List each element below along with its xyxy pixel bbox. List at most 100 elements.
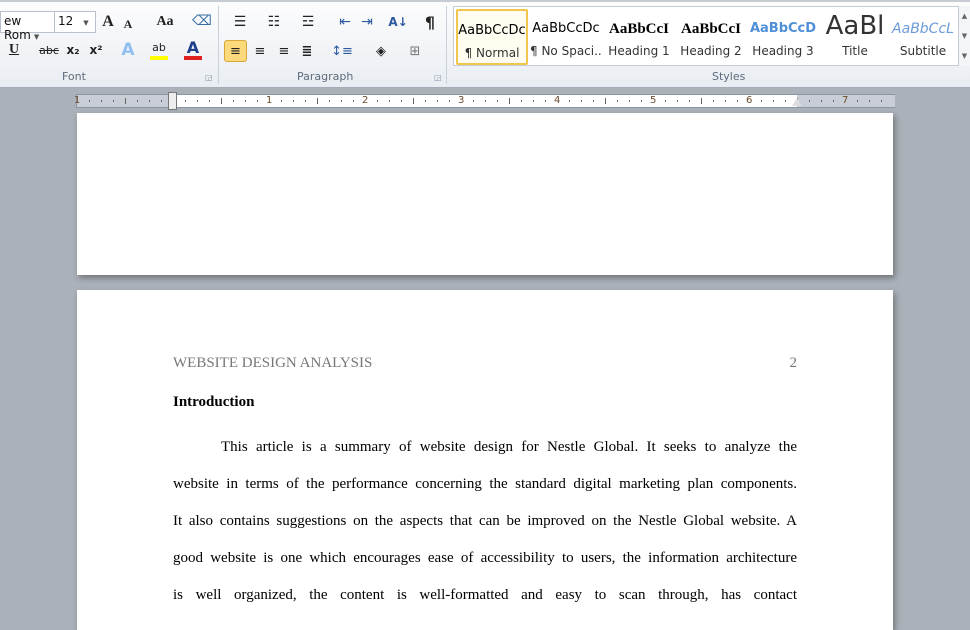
ruler-tick (401, 100, 402, 102)
ruler-tick (713, 100, 714, 102)
font-dialog-launcher-icon[interactable]: ◲ (205, 73, 213, 82)
style-preview: AaBbCcI (608, 21, 669, 37)
highlight-button[interactable]: ab (150, 38, 168, 60)
ruler-tick (701, 98, 702, 104)
sort-button[interactable]: A↓ (388, 11, 408, 33)
text-line: It also contains suggestions on the aspe… (173, 513, 797, 529)
show-marks-button[interactable]: ¶ (422, 11, 438, 33)
ruler-tick (233, 100, 234, 102)
multilevel-list-icon[interactable]: ☲ (296, 11, 320, 33)
right-indent-marker[interactable] (792, 98, 802, 106)
horizontal-ruler[interactable]: 1 1 2 3 4 5 6 7 (74, 92, 895, 110)
chevron-down-icon: ▼ (83, 19, 89, 27)
borders-icon[interactable]: ⊞ (404, 40, 426, 62)
ruler-tick (89, 100, 90, 102)
ruler-number: 4 (554, 95, 561, 106)
font-size-combo[interactable]: 12 ▼ (54, 11, 96, 33)
bullets-icon[interactable]: ☰ (228, 11, 252, 33)
numbering-icon[interactable]: ☷ (262, 11, 286, 33)
align-left-icon[interactable]: ≡ (224, 40, 247, 62)
ruler-tick (689, 100, 690, 102)
ruler-tick (197, 100, 198, 102)
change-case-button[interactable]: Aa (150, 11, 180, 33)
text-line: website in terms of the performance conc… (173, 476, 797, 492)
body-paragraph: This article is a summary of website des… (173, 439, 797, 624)
style-name: Heading 1 (608, 44, 670, 58)
style-subtitle[interactable]: AaBbCcL Subtitle (887, 9, 959, 65)
strikethrough-button[interactable]: abc (38, 39, 60, 61)
text-line: is well organized, the content is well-f… (173, 587, 797, 603)
style-preview: AaBl (825, 11, 885, 39)
ruler-tick (305, 100, 306, 102)
style-preview: AaBbCcDc (458, 23, 526, 38)
ruler-tick (605, 98, 606, 104)
more-styles-icon[interactable]: ▼ (959, 46, 970, 66)
font-name-combo[interactable]: ew Rom ▼ (0, 11, 56, 42)
style-name: Heading 3 (752, 44, 814, 58)
style-heading-3[interactable]: AaBbCcD Heading 3 (747, 9, 819, 65)
grow-font-button[interactable]: A (98, 11, 118, 33)
align-center-icon[interactable]: ≡ (250, 40, 270, 62)
ruler-tick (785, 100, 786, 102)
ruler-tick (245, 100, 246, 102)
ruler-tick (533, 100, 534, 102)
increase-indent-icon[interactable]: ⇥ (358, 11, 376, 33)
clear-formatting-icon[interactable]: ⌫ (192, 10, 212, 32)
text-effects-button[interactable]: A (118, 39, 138, 61)
page-header: WEBSITE DESIGN ANALYSIS 2 (173, 355, 797, 372)
ruler-tick (317, 98, 318, 104)
ruler-tick (737, 100, 738, 102)
page-1[interactable] (77, 113, 893, 275)
ruler-tick (389, 100, 390, 102)
ruler-tick (725, 100, 726, 102)
ruler-tick (449, 100, 450, 102)
style-name: Title (842, 44, 868, 58)
scroll-down-icon[interactable]: ▼ (959, 26, 970, 46)
indent-marker[interactable] (168, 92, 177, 110)
ruler-tick (353, 100, 354, 102)
ruler-tick (677, 100, 678, 102)
ruler-tick (761, 100, 762, 102)
ruler-tick (257, 100, 258, 102)
ruler-tick (581, 100, 582, 102)
ruler-tick (857, 100, 858, 102)
style-no-spacing[interactable]: AaBbCcDc ¶ No Spaci... (530, 9, 602, 65)
styles-group-label: Styles (712, 70, 746, 83)
page-2[interactable]: WEBSITE DESIGN ANALYSIS 2 Introduction Th… (77, 290, 893, 630)
style-heading-1[interactable]: AaBbCcI Heading 1 (603, 9, 675, 65)
ruler-tick (821, 100, 822, 102)
shading-icon[interactable]: ◈ (370, 40, 392, 62)
align-right-icon[interactable]: ≡ (274, 40, 294, 62)
ruler-tick (833, 100, 834, 102)
font-size-value: 12 (58, 14, 74, 28)
ruler-tick (881, 100, 882, 102)
font-color-button[interactable]: A (184, 38, 202, 60)
style-title[interactable]: AaBl Title (819, 9, 891, 65)
justify-icon[interactable]: ≣ (297, 40, 317, 62)
subscript-button[interactable]: x₂ (64, 39, 82, 61)
shrink-font-button[interactable]: A (120, 13, 136, 35)
style-normal[interactable]: AaBbCcDc ¶ Normal (456, 9, 528, 65)
ruler-tick (629, 100, 630, 102)
styles-scrollbar[interactable]: ▲ ▼ ▼ (958, 6, 970, 66)
ruler-number: 2 (362, 95, 369, 106)
scroll-up-icon[interactable]: ▲ (959, 6, 970, 26)
decrease-indent-icon[interactable]: ⇤ (336, 11, 354, 33)
underline-button[interactable]: U (6, 39, 22, 61)
ruler-tick (485, 100, 486, 102)
style-heading-2[interactable]: AaBbCcI Heading 2 (675, 9, 747, 65)
line-spacing-icon[interactable]: ↕≡ (330, 40, 354, 62)
ruler-number: 5 (650, 95, 657, 106)
ruler-tick (185, 100, 186, 102)
divider (446, 6, 447, 84)
style-name: Heading 2 (680, 44, 742, 58)
paragraph-group-label: Paragraph (297, 70, 354, 83)
paragraph-dialog-launcher-icon[interactable]: ◲ (434, 73, 442, 82)
ruler-tick (869, 100, 870, 102)
style-preview: AaBbCcD (749, 21, 817, 36)
ruler-tick (341, 100, 342, 102)
ruler-tick (125, 98, 126, 104)
ruler-tick (137, 100, 138, 102)
ribbon: ew Rom ▼ 12 ▼ A A Aa ⌫ U abc x₂ x² A ab A … (0, 0, 970, 88)
superscript-button[interactable]: x² (87, 39, 105, 61)
